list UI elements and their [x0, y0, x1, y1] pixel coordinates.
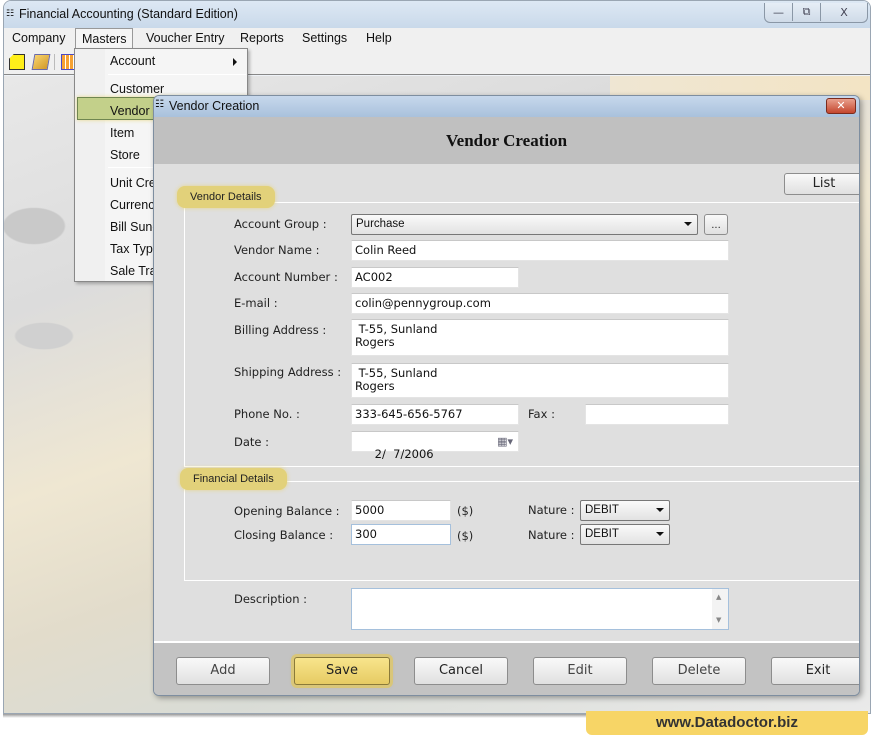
app-title: Financial Accounting (Standard Edition): [19, 7, 238, 21]
menu-item-customer[interactable]: Customer: [110, 82, 164, 96]
close-icon: X: [840, 5, 848, 19]
closing-balance-unit: ($): [457, 529, 474, 543]
menu-settings[interactable]: Settings: [302, 31, 347, 45]
account-group-browse-button[interactable]: ...: [704, 214, 728, 235]
account-group-value: Purchase: [356, 218, 405, 230]
date-value: 2/ 7/2006: [374, 447, 434, 461]
shipping-address-input[interactable]: T-55, Sunland Rogers: [351, 363, 729, 398]
menu-separator: [108, 74, 246, 75]
account-number-input[interactable]: AC002: [351, 267, 519, 288]
account-number-label: Account Number :: [234, 270, 338, 284]
menu-help[interactable]: Help: [366, 31, 392, 45]
menu-item-store[interactable]: Store: [110, 148, 140, 162]
menu-item-sale-transaction[interactable]: Sale Tra: [110, 264, 157, 278]
dropdown-arrow-icon: [684, 222, 692, 226]
restore-icon: ⧉: [802, 5, 811, 18]
delete-button[interactable]: Delete: [652, 657, 746, 685]
opening-balance-label: Opening Balance :: [234, 504, 340, 518]
watermark-banner: www.Datadoctor.biz: [586, 711, 868, 735]
scroll-up-icon[interactable]: ▲: [716, 591, 721, 604]
dialog-footer: Add Save Cancel Edit Delete Exit: [154, 641, 859, 695]
phone-label: Phone No. :: [234, 407, 300, 421]
opening-nature-label: Nature :: [528, 503, 575, 517]
save-button[interactable]: Save: [294, 657, 390, 685]
dialog-title-bar: ☷ Vendor Creation ✕: [154, 96, 859, 117]
minimize-icon: —: [773, 5, 784, 19]
vendor-creation-dialog: ☷ Vendor Creation ✕ Vendor Creation List…: [153, 95, 860, 696]
billing-address-label: Billing Address :: [234, 323, 327, 337]
closing-nature-label: Nature :: [528, 528, 575, 542]
account-group-select[interactable]: Purchase: [351, 214, 698, 235]
menu-item-bill-sundry[interactable]: Bill Sunc: [110, 220, 159, 234]
email-label: E-mail :: [234, 296, 278, 310]
fax-input[interactable]: [585, 404, 729, 425]
description-input[interactable]: ▲ ▼: [351, 588, 729, 630]
date-label: Date :: [234, 435, 270, 449]
fax-label: Fax :: [528, 407, 555, 421]
opening-nature-select[interactable]: DEBIT: [580, 500, 670, 521]
description-label: Description :: [234, 592, 308, 606]
dropdown-arrow-icon: [656, 508, 664, 512]
close-button[interactable]: X: [821, 3, 867, 21]
menu-company[interactable]: Company: [12, 31, 66, 45]
open-folder-icon[interactable]: [31, 54, 51, 70]
window-shadow: [3, 714, 586, 718]
title-bar: ☷ Financial Accounting (Standard Edition…: [4, 1, 870, 28]
opening-nature-value: DEBIT: [585, 504, 619, 516]
dialog-header: Vendor Creation: [154, 117, 859, 164]
account-group-label: Account Group :: [234, 217, 327, 231]
vendor-details-label: Vendor Details: [177, 186, 275, 208]
menu-reports[interactable]: Reports: [240, 31, 284, 45]
minimize-button[interactable]: —: [765, 3, 793, 21]
restore-button[interactable]: ⧉: [793, 3, 821, 21]
financial-details-label: Financial Details: [180, 468, 287, 490]
dialog-title: Vendor Creation: [169, 99, 260, 113]
menu-item-item[interactable]: Item: [110, 126, 134, 140]
list-button[interactable]: List: [784, 173, 859, 195]
menu-bar: Company Masters Voucher Entry Reports Se…: [4, 28, 870, 51]
shipping-address-label: Shipping Address :: [234, 365, 342, 379]
submenu-arrow-icon: [233, 58, 237, 66]
vendor-name-label: Vendor Name :: [234, 243, 320, 257]
new-document-icon[interactable]: [9, 54, 25, 70]
description-scrollbar[interactable]: ▲ ▼: [712, 589, 728, 629]
email-input[interactable]: colin@pennygroup.com: [351, 293, 729, 314]
closing-balance-input[interactable]: 300: [351, 524, 451, 545]
close-icon: ✕: [836, 99, 846, 112]
closing-nature-select[interactable]: DEBIT: [580, 524, 670, 545]
calendar-dropdown-icon[interactable]: ▦▾: [497, 435, 513, 448]
dialog-app-icon: ☷: [155, 99, 164, 110]
exit-button[interactable]: Exit: [771, 657, 859, 685]
window-controls: — ⧉ X: [764, 3, 868, 23]
toolbar-separator: [54, 54, 55, 70]
menu-item-account[interactable]: Account: [110, 54, 155, 68]
edit-button[interactable]: Edit: [533, 657, 627, 685]
dialog-close-button[interactable]: ✕: [826, 98, 856, 114]
add-button[interactable]: Add: [176, 657, 270, 685]
opening-balance-unit: ($): [457, 504, 474, 518]
scroll-down-icon[interactable]: ▼: [716, 614, 721, 627]
dialog-heading: Vendor Creation: [445, 131, 568, 150]
date-picker[interactable]: 2/ 7/2006 ▦▾: [351, 431, 519, 461]
menu-item-vendor[interactable]: Vendor: [110, 104, 150, 118]
closing-nature-value: DEBIT: [585, 528, 619, 540]
opening-balance-input[interactable]: 5000: [351, 500, 451, 521]
menu-voucher-entry[interactable]: Voucher Entry: [146, 31, 225, 45]
menu-item-unit-creation[interactable]: Unit Cre: [110, 176, 156, 190]
closing-balance-label: Closing Balance :: [234, 528, 334, 542]
billing-address-input[interactable]: T-55, Sunland Rogers: [351, 319, 729, 356]
app-icon: ☷: [6, 9, 15, 19]
phone-input[interactable]: 333-645-656-5767: [351, 404, 519, 425]
dropdown-arrow-icon: [656, 532, 664, 536]
cancel-button[interactable]: Cancel: [414, 657, 508, 685]
vendor-name-input[interactable]: Colin Reed: [351, 240, 729, 261]
